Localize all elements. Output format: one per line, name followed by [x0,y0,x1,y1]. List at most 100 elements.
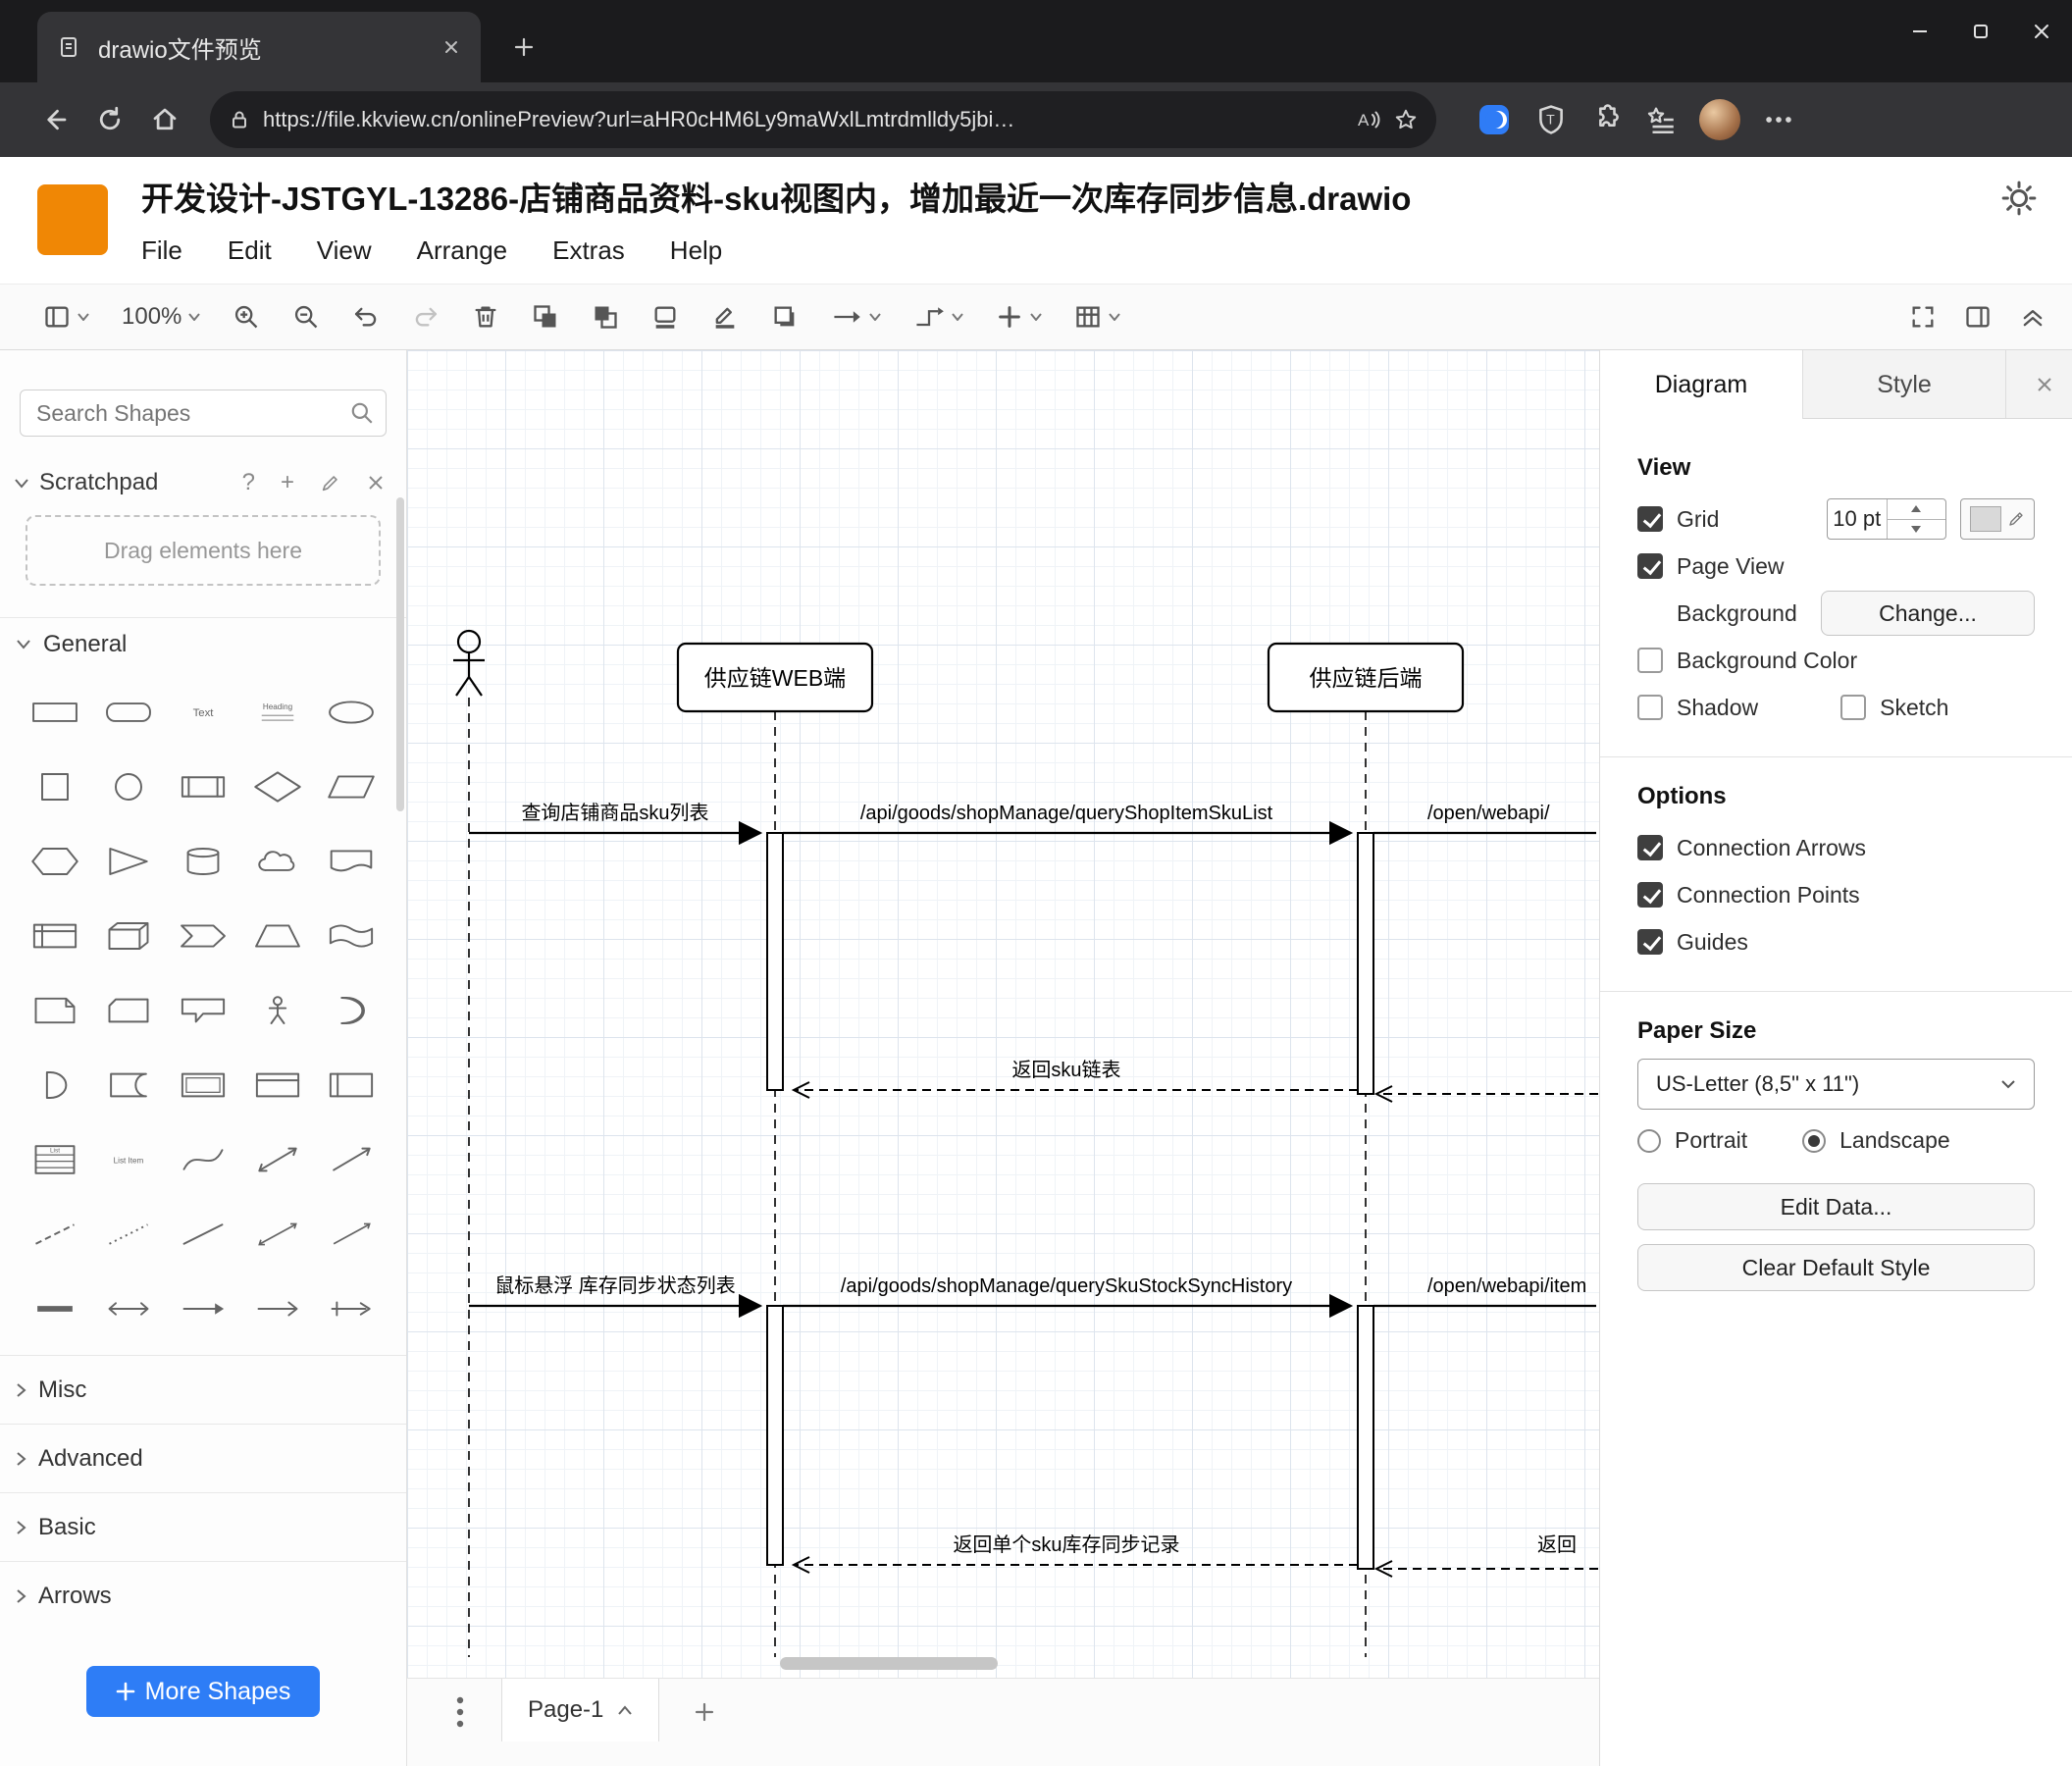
shape-dashed-line-icon[interactable] [18,1204,92,1265]
profile-avatar[interactable] [1699,99,1740,140]
view-dropdown[interactable] [43,303,89,331]
shape-cylinder-icon[interactable] [166,831,240,892]
sidebar-app-icon[interactable] [1476,101,1513,138]
close-window-button[interactable] [2011,0,2072,63]
to-front-button[interactable] [532,303,559,331]
browser-tab[interactable]: drawio文件预览 [37,12,481,82]
search-shapes-input[interactable] [20,390,387,437]
zoom-out-button[interactable] [292,303,320,331]
shape-or-icon[interactable] [314,980,388,1041]
shape-list-item-icon[interactable]: List Item [92,1129,167,1190]
shape-and-icon[interactable] [18,1055,92,1116]
shape-internal-storage-icon[interactable] [18,906,92,966]
sidebar-scrollbar[interactable] [396,497,404,811]
scratchpad-close-icon[interactable] [359,474,392,492]
shape-note-icon[interactable] [18,980,92,1041]
change-background-button[interactable]: Change... [1821,591,2035,636]
format-panel-toggle-button[interactable] [1964,303,1992,331]
read-aloud-icon[interactable]: A [1354,106,1381,133]
guides-checkbox[interactable] [1637,929,1663,955]
shape-square-icon[interactable] [18,756,92,817]
home-button[interactable] [137,92,192,147]
shadow-button[interactable] [771,303,799,331]
delete-button[interactable] [472,303,499,331]
menu-arrange[interactable]: Arrange [417,235,508,266]
favorites-hub-icon[interactable] [1644,103,1678,136]
shape-card-icon[interactable] [92,980,167,1041]
maximize-button[interactable] [1950,0,2011,63]
connection-style-dropdown[interactable] [831,303,882,331]
shape-process-icon[interactable] [166,756,240,817]
scratchpad-add-icon[interactable]: + [273,469,302,496]
shape-arrow-icon[interactable] [314,1129,388,1190]
sketch-checkbox[interactable] [1840,695,1867,720]
shape-dotted-line-icon[interactable] [92,1204,167,1265]
scratchpad-edit-icon[interactable] [312,472,349,493]
shape-curve-icon[interactable] [166,1129,240,1190]
shape-callout-icon[interactable] [166,980,240,1041]
menu-view[interactable]: View [317,235,372,266]
shape-hexagon-icon[interactable] [18,831,92,892]
grid-color-button[interactable] [1960,498,2035,540]
section-misc[interactable]: Misc [0,1355,406,1424]
activation-bar[interactable] [766,1305,784,1566]
scratchpad-dropzone[interactable]: Drag elements here [26,515,381,586]
scratchpad-header[interactable]: Scratchpad ? + [14,458,392,507]
zoom-dropdown[interactable]: 100% [122,303,201,331]
insert-dropdown[interactable] [996,303,1043,331]
edit-data-button[interactable]: Edit Data... [1637,1183,2035,1230]
minimize-button[interactable] [1890,0,1950,63]
canvas-horizontal-scrollbar[interactable] [780,1657,998,1670]
diagram-canvas[interactable]: 供应链WEB端 供应链后端 查询店铺商品sku列表 /api/goods/sho… [407,350,1599,1678]
shape-double-arrow-icon[interactable] [92,1278,167,1339]
fullscreen-button[interactable] [1909,303,1937,331]
shape-cloud-icon[interactable] [240,831,315,892]
shape-ellipse-icon[interactable] [314,682,388,743]
shape-document-icon[interactable] [314,831,388,892]
settings-menu-icon[interactable] [1762,103,1795,136]
favorite-star-icon[interactable] [1393,107,1419,132]
tab-style[interactable]: Style [1803,350,2006,419]
to-back-button[interactable] [592,303,619,331]
tab-diagram[interactable]: Diagram [1600,350,1803,419]
actor-figure[interactable] [453,629,485,697]
activation-bar[interactable] [1357,832,1374,1095]
shape-triangle-icon[interactable] [92,831,167,892]
shape-bold-line-icon[interactable] [18,1278,92,1339]
redo-button[interactable] [412,303,440,331]
shield-extension-icon[interactable]: T [1534,103,1568,136]
shape-horizontal-container-icon[interactable] [240,1055,315,1116]
menu-extras[interactable]: Extras [552,235,625,266]
activation-bar[interactable] [1357,1305,1374,1570]
shape-rectangle-icon[interactable] [18,682,92,743]
new-tab-button[interactable] [502,26,545,69]
shape-connector-arrow-icon[interactable] [314,1278,388,1339]
shape-open-arrow-icon[interactable] [240,1278,315,1339]
shape-parallelogram-icon[interactable] [314,756,388,817]
collapse-toolbar-button[interactable] [2019,303,2046,331]
menu-help[interactable]: Help [670,235,722,266]
shape-actor-icon[interactable] [240,980,315,1041]
menu-file[interactable]: File [141,235,182,266]
back-button[interactable] [27,92,82,147]
shape-rounded-rectangle-icon[interactable] [92,682,167,743]
menu-edit[interactable]: Edit [228,235,272,266]
undo-button[interactable] [352,303,380,331]
shadow-checkbox[interactable] [1637,695,1663,720]
section-advanced[interactable]: Advanced [0,1424,406,1492]
shape-arrow-right-icon[interactable] [166,1278,240,1339]
waypoints-dropdown[interactable] [913,303,964,331]
scratchpad-help-icon[interactable]: ? [234,469,263,496]
page-view-checkbox[interactable] [1637,553,1663,579]
grid-checkbox[interactable] [1637,506,1663,532]
section-arrows[interactable]: Arrows [0,1561,406,1630]
tab-close-icon[interactable] [441,37,461,57]
shape-data-storage-icon[interactable] [92,1055,167,1116]
panel-close-icon[interactable] [2035,350,2072,419]
shape-line-icon[interactable] [166,1204,240,1265]
shape-directional-connector-icon[interactable] [314,1204,388,1265]
shape-heading-icon[interactable]: Heading [240,682,315,743]
shape-container-icon[interactable] [166,1055,240,1116]
zoom-in-button[interactable] [233,303,260,331]
grid-size-input[interactable]: 10 pt [1827,498,1946,540]
